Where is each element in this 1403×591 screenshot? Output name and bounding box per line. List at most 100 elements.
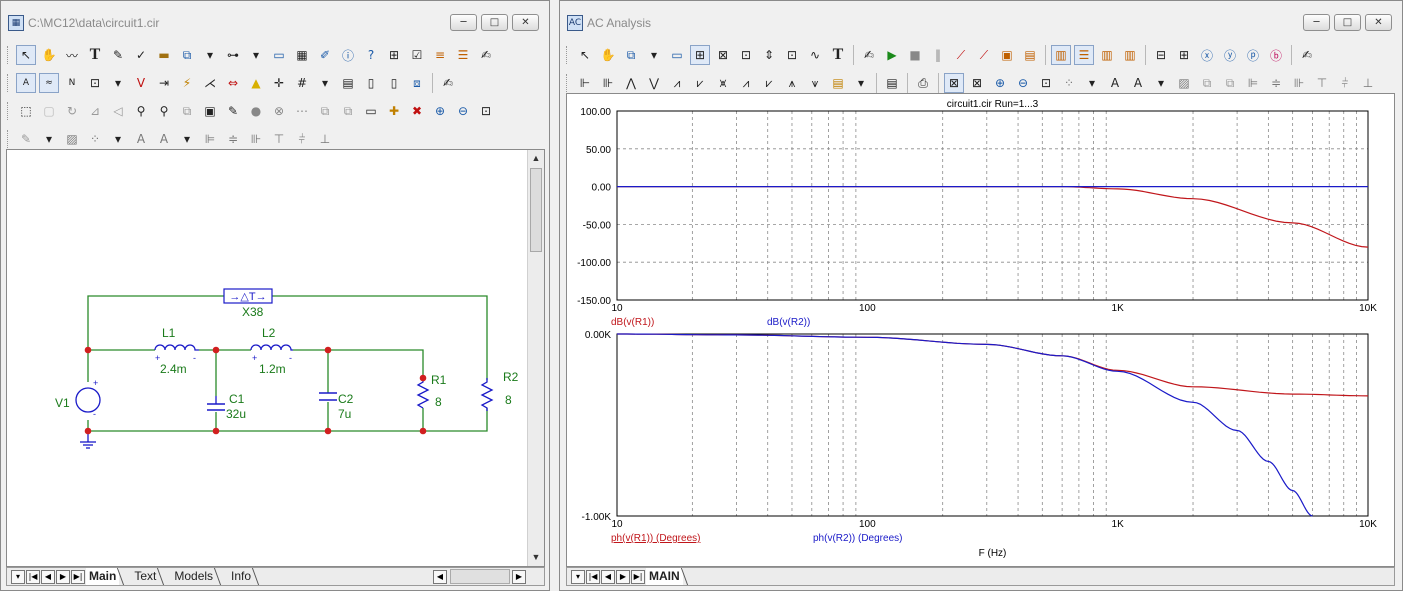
zoom-box-icon[interactable]: ⊠ [713,45,733,65]
grid-icon[interactable]: # [292,73,312,93]
scroll-up-icon[interactable]: ▲ [528,150,544,167]
global-low-icon[interactable]: ⩗ [759,73,779,93]
minimize-button[interactable]: ─ [1303,14,1330,31]
pin-icon[interactable]: ⇔ [223,73,243,93]
image-icon[interactable]: ▣ [200,101,220,121]
line-mode-icon[interactable]: ✎ [108,45,128,65]
dropdown-arrow-icon[interactable]: ▾ [177,129,197,149]
prev-page-icon[interactable]: ◀ [601,569,615,584]
peak-icon[interactable]: ▥ [1097,45,1117,65]
dropdown-arrow-icon[interactable]: ▾ [108,129,128,149]
select-mode-icon[interactable]: ↖ [575,45,595,65]
grid-table-icon[interactable]: ▦ [292,45,312,65]
dropdown-arrow-icon[interactable]: ▾ [246,45,266,65]
prev-page-icon[interactable]: ◀ [41,569,55,584]
global-high-icon[interactable]: ⩘ [736,73,756,93]
scroll-left-icon[interactable]: ◀ [433,569,447,584]
go-to-performance-icon[interactable]: ⓟ [1243,45,1263,65]
peak-find-icon[interactable]: ⋀ [621,73,641,93]
notes-icon[interactable]: ▤ [882,73,902,93]
font-color-icon[interactable]: A [154,129,174,149]
minimize-button[interactable]: ─ [450,14,477,31]
copy-data-icon[interactable]: ▤ [828,73,848,93]
pattern-icon[interactable]: ⁘ [85,129,105,149]
align-left-icon[interactable]: ⊫ [200,129,220,149]
settings-icon[interactable]: ✍ [438,73,458,93]
power-icon[interactable]: ⚡ [177,73,197,93]
view-icon[interactable]: ⧈ [407,73,427,93]
pan-hand-icon[interactable]: ✋ [598,45,618,65]
attribute-text-icon[interactable]: A [16,73,36,93]
font-icon[interactable]: A [1105,73,1125,93]
more-icon[interactable]: ⋯ [292,101,312,121]
draw-icon[interactable]: ✎ [16,129,36,149]
page-icon[interactable]: ▤ [338,73,358,93]
dropdown-arrow-icon[interactable]: ▾ [315,73,335,93]
flag-mode-icon[interactable]: ✓ [131,45,151,65]
run-icon[interactable]: ▶ [882,45,902,65]
align-top-icon[interactable]: ⊤ [269,129,289,149]
inductor-l2[interactable]: L2 1.2m + - [250,326,293,376]
align-center-icon[interactable]: ≑ [223,129,243,149]
crosshair-icon[interactable]: ✛ [269,73,289,93]
next-page-icon[interactable]: ▶ [616,569,630,584]
help-icon[interactable]: ? [361,45,381,65]
align-middle-icon[interactable]: ⫩ [1335,73,1355,93]
group-icon[interactable]: ⧉ [1220,73,1240,93]
close-button[interactable]: ✕ [512,14,539,31]
zoom-fit-icon[interactable]: ⊡ [1036,73,1056,93]
fit-vertical-icon[interactable]: ⊠ [944,73,964,93]
point-tag-icon[interactable]: ⊞ [1174,45,1194,65]
valley-icon[interactable]: ▥ [1120,45,1140,65]
pin-connections-icon[interactable]: ⊡ [85,73,105,93]
schematic-canvas[interactable]: →△T→ X38 L1 2.4m + - L2 1.2m + - C1 32u … [6,149,545,567]
font-icon[interactable]: A [131,129,151,149]
info-icon[interactable]: ⓘ [338,45,358,65]
schematic-vertical-scrollbar[interactable]: ▲ ▼ [527,150,544,566]
close-button[interactable]: ✕ [1365,14,1392,31]
duplicate-icon[interactable]: ⧉ [315,101,335,121]
scroll-right-icon[interactable]: ▶ [512,569,526,584]
properties-icon[interactable]: ✍ [859,45,879,65]
dropdown-arrow-icon[interactable]: ▾ [39,129,59,149]
node-icon[interactable]: ⊶ [223,45,243,65]
find-replace-icon[interactable]: ⚲ [154,101,174,121]
mirror-icon[interactable]: ⊿ [85,101,105,121]
dropdown-arrow-icon[interactable]: ▾ [571,569,585,584]
align-center-icon[interactable]: ≑ [1266,73,1286,93]
dropdown-arrow-icon[interactable]: ▾ [200,45,220,65]
component-icon[interactable]: ⧉ [177,45,197,65]
pattern-icon[interactable]: ⁘ [1059,73,1079,93]
maximize-button[interactable]: □ [481,14,508,31]
cancel-icon[interactable]: ⊗ [269,101,289,121]
checkbox-icon[interactable]: ☑ [407,45,427,65]
align-top-icon[interactable]: ⊤ [1312,73,1332,93]
copy-icon[interactable]: ⧉ [177,101,197,121]
align-middle-icon[interactable]: ⫩ [292,129,312,149]
probe-icon[interactable]: ✐ [315,45,335,65]
scale-icon[interactable]: ⊞ [690,45,710,65]
go-to-x-icon[interactable]: ⓧ [1197,45,1217,65]
tab-models[interactable]: Models [171,568,216,585]
tab-main[interactable]: MAIN [646,568,683,585]
picture-icon[interactable]: ▭ [667,45,687,65]
scroll-down-icon[interactable]: ▼ [528,549,544,566]
top-icon[interactable]: ⩚ [782,73,802,93]
bottom-icon[interactable]: ⩛ [805,73,825,93]
dropdown-arrow-icon[interactable]: ▾ [1082,73,1102,93]
current-icon[interactable]: ⇥ [154,73,174,93]
next-page-icon[interactable]: ▶ [56,569,70,584]
blank-icon[interactable]: ▢ [39,101,59,121]
optimize-icon[interactable]: ⟋ [974,45,994,65]
dropdown-arrow-icon[interactable]: ▾ [851,73,871,93]
text-mode-icon[interactable]: T [85,45,105,65]
zoom-in-icon[interactable]: ⊕ [430,101,450,121]
capacitor-c2[interactable]: C2 7u [319,392,354,421]
horizontal-scroll-track[interactable] [450,569,510,584]
bus-mode-icon[interactable]: ▬ [154,45,174,65]
settings-icon[interactable]: ✍ [1297,45,1317,65]
scroll-thumb[interactable] [530,168,542,252]
cursor-mode-icon[interactable]: ▥ [1051,45,1071,65]
align-right-icon[interactable]: ⊪ [246,129,266,149]
valley-find-icon[interactable]: ⋁ [644,73,664,93]
